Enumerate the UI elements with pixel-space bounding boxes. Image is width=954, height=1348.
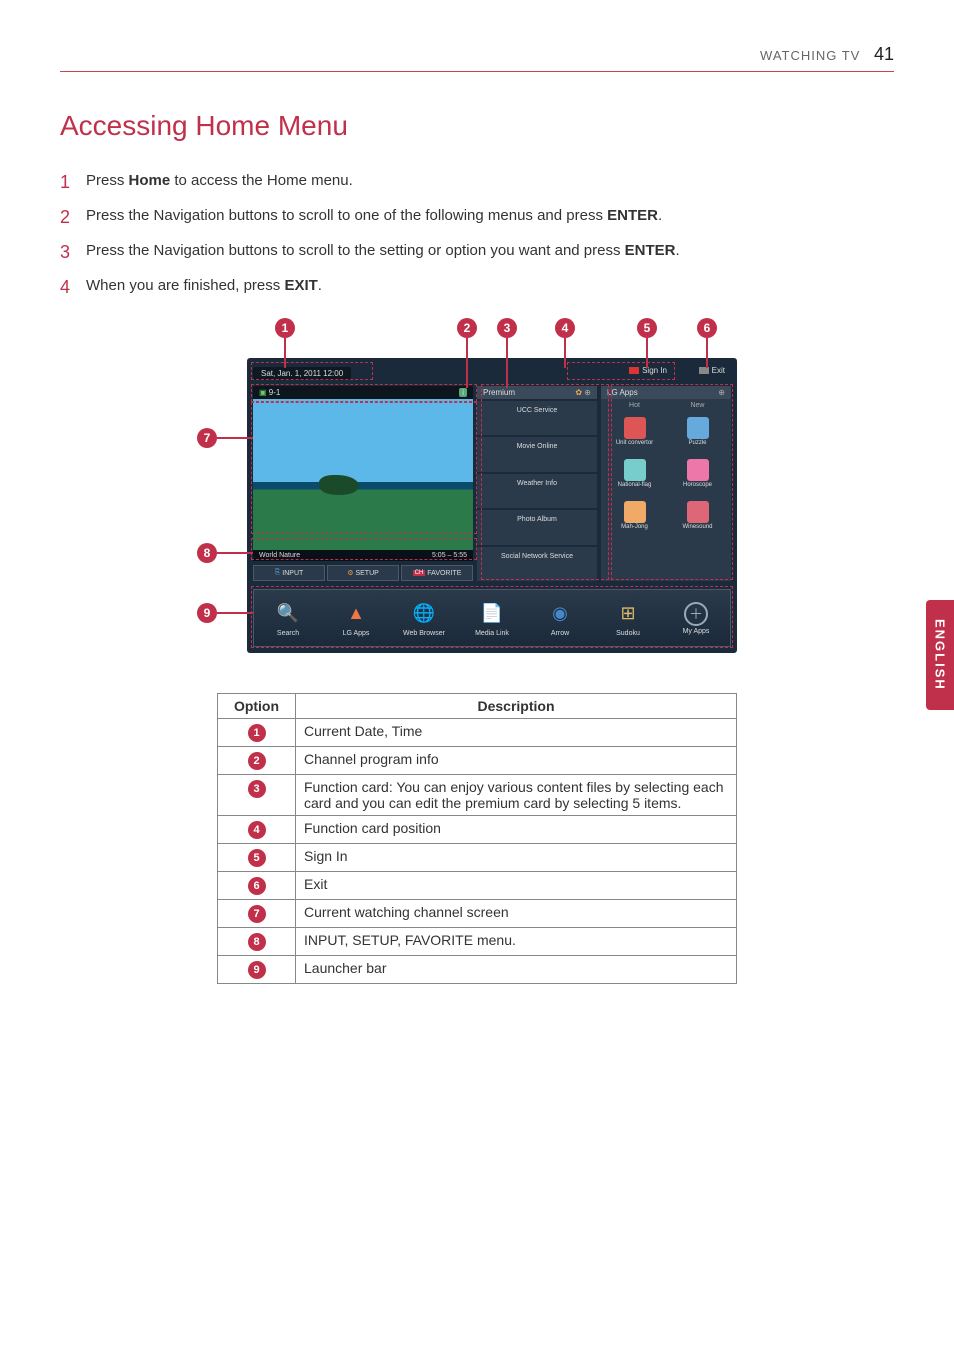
gear-icon[interactable]: ✿ (575, 388, 582, 397)
app-tile[interactable]: Mah-Jong (604, 496, 665, 536)
input-icon: ⎘ (275, 569, 281, 577)
callout-3: 3 (497, 318, 517, 338)
table-row: 6 (218, 872, 296, 900)
tv-home-screen: Sat, Jan. 1, 2011 12:00 Sign In Exit ▣ 9… (247, 358, 737, 653)
media-icon: 📄 (478, 600, 506, 628)
sudoku-icon: ⊞ (614, 600, 642, 628)
tv-topbar: Sat, Jan. 1, 2011 12:00 Sign In Exit (253, 364, 731, 382)
callout-2: 2 (457, 318, 477, 338)
step-2: 2Press the Navigation buttons to scroll … (60, 207, 894, 228)
page-number: 41 (874, 44, 894, 64)
ch-icon: CH (413, 570, 426, 576)
launcher-myapps[interactable]: ＋My Apps (662, 590, 730, 646)
channel-bar: ▣ 9-1 i (253, 386, 473, 399)
language-tab: ENGLISH (926, 600, 954, 710)
callout-1: 1 (275, 318, 295, 338)
favorite-button[interactable]: CHFAVORITE (401, 565, 473, 581)
signin-button[interactable]: Sign In (629, 366, 667, 375)
tv-datetime: Sat, Jan. 1, 2011 12:00 (253, 367, 351, 380)
section-label: WATCHING TV (760, 48, 860, 63)
search-icon: 🔍 (274, 600, 302, 628)
step-1: 1Press Home to access the Home menu. (60, 172, 894, 193)
lgapps-icon: ▲ (342, 600, 370, 628)
app-icon (624, 417, 646, 439)
home-menu-diagram: 1 2 3 4 5 6 7 8 9 Sat, Jan. 1, 20 (177, 358, 777, 653)
callout-6: 6 (697, 318, 717, 338)
app-icon (624, 501, 646, 523)
table-row: 4 (218, 816, 296, 844)
video-column: ▣ 9-1 i World Nature 5:05 – 5:55 ⎘INPUT … (253, 386, 473, 581)
app-icon (687, 501, 709, 523)
setup-button[interactable]: ⚙SETUP (327, 565, 399, 581)
step-4: 4When you are finished, press EXIT. (60, 277, 894, 298)
globe-icon: 🌐 (410, 600, 438, 628)
premium-item[interactable]: UCC Service (477, 401, 597, 435)
arrow-icon: ◉ (546, 600, 574, 628)
page-title: Accessing Home Menu (60, 110, 894, 142)
step-3: 3Press the Navigation buttons to scroll … (60, 242, 894, 263)
launcher-lgapps[interactable]: ▲LG Apps (322, 590, 390, 646)
video-caption: World Nature 5:05 – 5:55 (253, 550, 473, 561)
table-row: 8 (218, 928, 296, 956)
app-tile[interactable]: National-flag (604, 453, 665, 493)
info-icon[interactable]: i (459, 388, 467, 397)
lgapps-card[interactable]: LG Apps ⊕ Hot New Unit convertor Puzzle … (601, 386, 731, 581)
premium-item[interactable]: Social Network Service (477, 547, 597, 581)
launcher-sudoku[interactable]: ⊞Sudoku (594, 590, 662, 646)
launcher-medialink[interactable]: 📄Media Link (458, 590, 526, 646)
gear-icon: ⚙ (347, 569, 353, 577)
app-tile[interactable]: Unit convertor (604, 411, 665, 451)
tv-main: ▣ 9-1 i World Nature 5:05 – 5:55 ⎘INPUT … (253, 386, 731, 581)
launcher-bar: 🔍Search ▲LG Apps 🌐Web Browser 📄Media Lin… (253, 589, 731, 647)
plus-icon: ＋ (684, 602, 708, 626)
app-icon (687, 459, 709, 481)
callout-4: 4 (555, 318, 575, 338)
premium-card[interactable]: Premium ✿ ⊕ UCC Service Movie Online Wea… (477, 386, 597, 581)
table-row: 7 (218, 900, 296, 928)
table-row: 9 (218, 956, 296, 984)
menu-buttons: ⎘INPUT ⚙SETUP CHFAVORITE (253, 565, 473, 581)
callout-7: 7 (197, 428, 217, 448)
launcher-search[interactable]: 🔍Search (254, 590, 322, 646)
page-header: WATCHING TV 41 (60, 44, 894, 72)
table-row: 5 (218, 844, 296, 872)
plus-icon[interactable]: ⊕ (584, 388, 591, 397)
options-table: OptionDescription 1Current Date, Time 2C… (217, 693, 737, 984)
app-tile[interactable]: Puzzle (667, 411, 728, 451)
premium-header: Premium ✿ ⊕ (477, 386, 597, 399)
steps-list: 1Press Home to access the Home menu. 2Pr… (60, 172, 894, 298)
callout-5: 5 (637, 318, 657, 338)
callout-8: 8 (197, 543, 217, 563)
exit-button[interactable]: Exit (699, 366, 725, 375)
premium-item[interactable]: Movie Online (477, 437, 597, 471)
app-icon (687, 417, 709, 439)
app-tile[interactable]: Horoscope (667, 453, 728, 493)
th-option: Option (218, 694, 296, 719)
callout-9: 9 (197, 603, 217, 623)
page-content: Accessing Home Menu 1Press Home to acces… (60, 110, 894, 984)
exit-icon (699, 367, 709, 374)
table-row: 3 (218, 775, 296, 816)
launcher-browser[interactable]: 🌐Web Browser (390, 590, 458, 646)
app-icon (624, 459, 646, 481)
premium-item[interactable]: Photo Album (477, 510, 597, 544)
apps-grid: Hot New Unit convertor Puzzle National-f… (601, 399, 731, 581)
table-row: 2 (218, 747, 296, 775)
table-row: 1 (218, 719, 296, 747)
premium-item[interactable]: Weather Info (477, 474, 597, 508)
app-tile[interactable]: Winesound (667, 496, 728, 536)
apps-header: LG Apps ⊕ (601, 386, 731, 399)
input-button[interactable]: ⎘INPUT (253, 565, 325, 581)
launcher-arrow[interactable]: ◉Arrow (526, 590, 594, 646)
plus-icon[interactable]: ⊕ (718, 388, 725, 397)
red-icon (629, 367, 639, 374)
video-preview[interactable] (253, 399, 473, 550)
th-desc: Description (296, 694, 737, 719)
